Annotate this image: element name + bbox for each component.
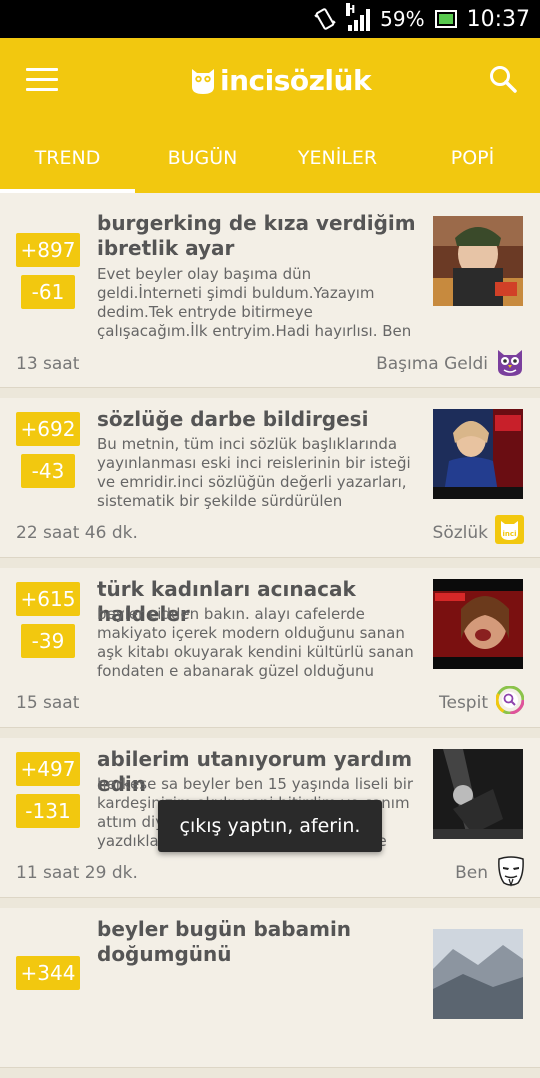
entry-card[interactable]: +692 -43 sözlüğe darbe bildirgesi Bu met… bbox=[0, 399, 540, 568]
entry-excerpt: Evet beyler olay başıma dün geldi.İntern… bbox=[97, 265, 412, 340]
clock: 10:37 bbox=[466, 6, 530, 32]
battery-percent: 59% bbox=[380, 7, 425, 31]
downvote-count[interactable]: -43 bbox=[21, 454, 75, 488]
tab-popi[interactable]: POPİ bbox=[405, 138, 540, 193]
upvote-count[interactable]: +497 bbox=[16, 752, 80, 786]
toast-message: çıkış yaptın, aferin. bbox=[158, 800, 382, 852]
entry-category[interactable]: Sözlük bbox=[433, 523, 488, 543]
tab-yeniler[interactable]: YENİLER bbox=[270, 138, 405, 193]
entry-time: 13 saat bbox=[16, 354, 80, 374]
mask-icon bbox=[496, 855, 526, 887]
entry-thumbnail[interactable] bbox=[433, 749, 523, 839]
entry-time: 15 saat bbox=[16, 693, 80, 713]
entry-title[interactable]: burgerking de kıza verdiğim ibretlik aya… bbox=[97, 211, 417, 261]
entry-category[interactable]: Tespit bbox=[439, 693, 488, 713]
owl-icon bbox=[496, 347, 524, 377]
upvote-count[interactable]: +344 bbox=[16, 956, 80, 990]
upvote-count[interactable]: +692 bbox=[16, 412, 80, 446]
entry-excerpt: beyler cidden bakın. alayı cafelerde mak… bbox=[97, 605, 414, 680]
hamburger-icon[interactable] bbox=[26, 68, 58, 92]
vibrate-icon bbox=[312, 6, 338, 32]
entry-category[interactable]: Ben bbox=[455, 863, 488, 883]
upvote-count[interactable]: +897 bbox=[16, 233, 80, 267]
entry-card[interactable]: +897 -61 burgerking de kıza verdiğim ibr… bbox=[0, 203, 540, 398]
entry-title[interactable]: sözlüğe darbe bildirgesi bbox=[97, 407, 417, 432]
tespit-icon bbox=[495, 685, 525, 716]
inci-logo-icon: inci bbox=[495, 515, 524, 544]
entry-time: 11 saat 29 dk. bbox=[16, 863, 138, 883]
battery-icon bbox=[434, 10, 457, 28]
downvote-count[interactable]: -131 bbox=[16, 794, 80, 828]
downvote-count[interactable]: -61 bbox=[21, 275, 75, 309]
tab-bar: TREND BUGÜN YENİLER POPİ bbox=[0, 138, 540, 193]
downvote-count[interactable]: -39 bbox=[21, 624, 75, 658]
entry-card[interactable]: +615 -39 türk kadınları acınacak haldele… bbox=[0, 569, 540, 738]
upvote-count[interactable]: +615 bbox=[16, 582, 80, 616]
entry-category[interactable]: Başıma Geldi bbox=[376, 354, 488, 374]
logo-text: incisözlük bbox=[220, 63, 372, 97]
search-icon[interactable] bbox=[488, 64, 518, 94]
entry-thumbnail[interactable] bbox=[433, 579, 523, 669]
svg-text:inci: inci bbox=[503, 530, 517, 538]
signal-icon: H bbox=[346, 3, 371, 31]
entry-thumbnail[interactable] bbox=[433, 409, 523, 499]
tab-trend[interactable]: TREND bbox=[0, 138, 135, 193]
entry-excerpt: Bu metnin, tüm inci sözlük başlıklarında… bbox=[97, 435, 411, 510]
owl-logo-icon bbox=[192, 69, 214, 94]
tab-bugun[interactable]: BUGÜN bbox=[135, 138, 270, 193]
entry-card[interactable]: +344 beyler bugün babamin doğumgünü bbox=[0, 909, 540, 1078]
entry-thumbnail[interactable] bbox=[433, 216, 523, 306]
status-bar: H 59% 10:37 bbox=[0, 0, 540, 38]
entry-thumbnail[interactable] bbox=[433, 929, 523, 1019]
app-bar: incisözlük TREND BUGÜN YENİLER POPİ bbox=[0, 38, 540, 193]
app-logo: incisözlük bbox=[190, 62, 372, 98]
entry-feed: +897 -61 burgerking de kıza verdiğim ibr… bbox=[0, 203, 540, 1078]
entry-time: 22 saat 46 dk. bbox=[16, 523, 138, 543]
